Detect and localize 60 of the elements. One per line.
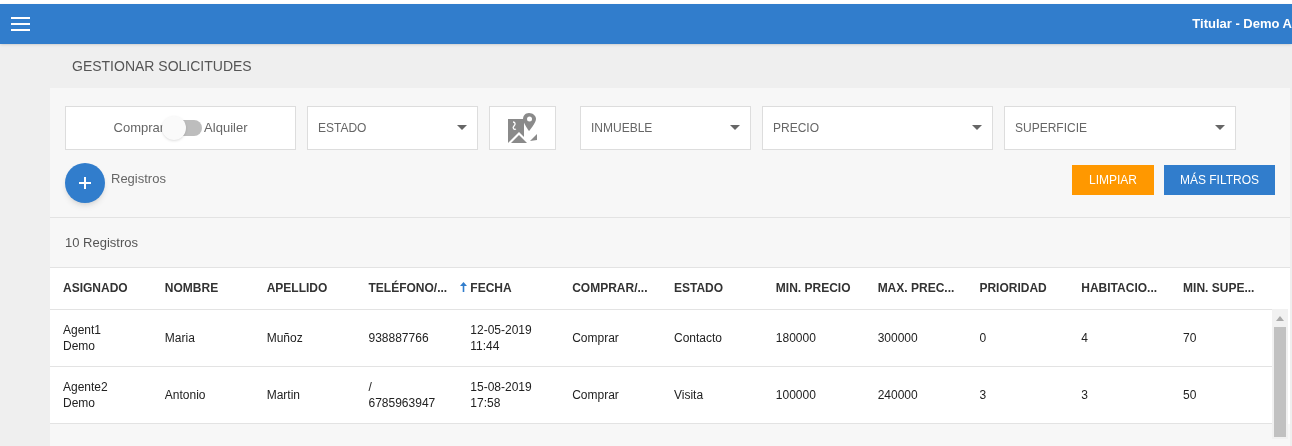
dropdown-caret-icon bbox=[730, 125, 740, 130]
dropdown-caret-icon bbox=[457, 125, 467, 130]
column-header[interactable]: COMPRAR/... bbox=[572, 281, 648, 296]
scrollbar[interactable] bbox=[1272, 309, 1288, 439]
dropdown-caret-icon bbox=[1215, 125, 1225, 130]
user-name[interactable]: Titular - Demo A bbox=[1192, 14, 1292, 34]
column-header[interactable]: MIN. PRECIO bbox=[775, 281, 851, 296]
table-cell: Agent1 Demo bbox=[63, 322, 102, 353]
table-cell: 70 bbox=[1183, 330, 1197, 345]
table-cell: / 6785963947 bbox=[368, 379, 436, 410]
table-cell: Visita bbox=[673, 387, 704, 402]
scroll-up-icon[interactable] bbox=[1276, 315, 1284, 321]
record-count: 10 Registros bbox=[65, 233, 138, 252]
table-cell: 300000 bbox=[877, 330, 918, 345]
column-header[interactable]: ESTADO bbox=[673, 281, 724, 296]
table-cell: 180000 bbox=[775, 330, 816, 345]
plus-icon bbox=[79, 177, 91, 189]
table-cell: Comprar bbox=[572, 330, 619, 345]
add-button[interactable] bbox=[65, 163, 105, 203]
table-cell: Martin bbox=[266, 387, 300, 402]
toggle-label: Alquiler bbox=[204, 118, 248, 137]
toggle-label: Comprar bbox=[113, 118, 165, 137]
column-header[interactable]: NOMBRE bbox=[164, 281, 219, 296]
table-cell: Contacto bbox=[673, 330, 722, 345]
table-cell: Maria bbox=[164, 330, 195, 345]
column-header[interactable]: HABITACIO... bbox=[1081, 281, 1158, 296]
table-cell: 50 bbox=[1183, 387, 1197, 402]
add-label: Registros bbox=[111, 170, 166, 189]
menu-icon[interactable] bbox=[11, 17, 30, 31]
page-title: GESTIONAR SOLICITUDES bbox=[72, 56, 252, 76]
column-header[interactable]: MAX. PREC... bbox=[877, 281, 955, 296]
column-header[interactable]: FECHA bbox=[470, 281, 512, 296]
table-cell: 240000 bbox=[877, 387, 918, 402]
sort-ascending-icon[interactable] bbox=[460, 282, 468, 292]
column-header[interactable]: APELLIDO bbox=[266, 281, 328, 296]
table-cell: 12-05-2019 11:44 bbox=[470, 322, 532, 353]
dropdown-field[interactable]: INMUEBLE bbox=[580, 105, 751, 150]
table-cell: 938887766 bbox=[368, 330, 429, 345]
dropdown-field[interactable]: ESTADO bbox=[307, 105, 478, 150]
table-cell: Muñoz bbox=[266, 330, 303, 345]
table-cell: Comprar bbox=[572, 387, 619, 402]
map-button[interactable] bbox=[489, 105, 556, 150]
column-header[interactable]: ASIGNADO bbox=[63, 281, 128, 296]
dropdown-caret-icon bbox=[972, 125, 982, 130]
table-cell: 0 bbox=[979, 330, 987, 345]
column-header[interactable]: MIN. SUPE... bbox=[1183, 281, 1255, 296]
map-pin-icon bbox=[508, 112, 537, 143]
table-cell: 100000 bbox=[775, 387, 816, 402]
table-cell: 3 bbox=[1081, 387, 1088, 402]
table-cell: Agente2 Demo bbox=[63, 379, 108, 410]
table-cell: 15-08-2019 17:58 bbox=[470, 379, 532, 410]
table-cell: 3 bbox=[979, 387, 987, 402]
scroll-thumb[interactable] bbox=[1274, 327, 1286, 437]
dropdown-field[interactable]: SUPERFICIE bbox=[1004, 105, 1236, 150]
action-button[interactable]: MÁS FILTROS bbox=[1164, 165, 1275, 195]
column-header[interactable]: PRIORIDAD bbox=[979, 281, 1047, 296]
dropdown-field[interactable]: PRECIO bbox=[762, 105, 993, 150]
table-cell: 4 bbox=[1081, 330, 1088, 345]
column-header[interactable]: TELÉFONO/... bbox=[368, 281, 448, 296]
table-cell: Antonio bbox=[164, 387, 206, 402]
